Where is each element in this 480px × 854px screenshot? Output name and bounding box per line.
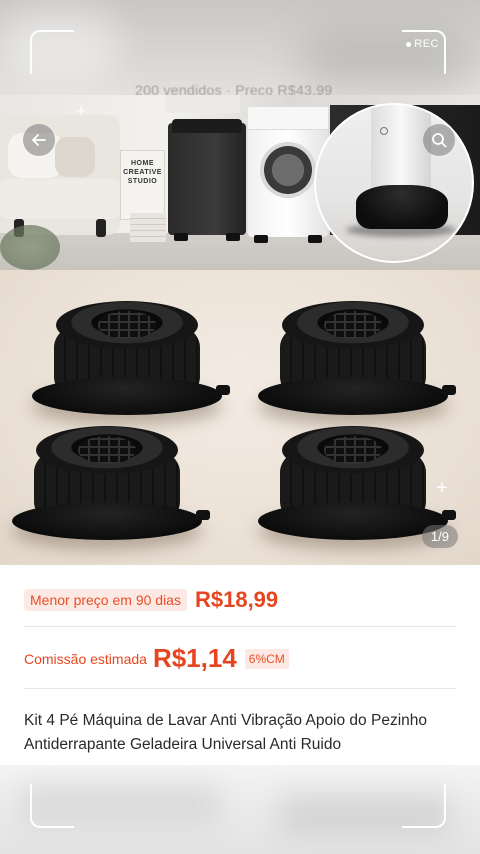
commission-value: R$1,14 (152, 643, 237, 673)
rec-label: REC (414, 38, 439, 50)
laundry-scene-image: HOME CREATIVE STUDIO (0, 95, 480, 270)
camera-frame-corner (402, 30, 446, 74)
recording-indicator: REC (406, 38, 439, 50)
blurred-sales-text: 200 vendidos · Preço R$43,99 (135, 82, 333, 95)
product-pads-image (0, 270, 480, 565)
lowest-price-row: Menor preço em 90 dias R$18,99 (24, 587, 278, 613)
plus-icon: + (436, 477, 448, 499)
camera-frame-corner (30, 30, 74, 74)
rubber-pad (32, 295, 230, 415)
image-counter: 1/9 (421, 525, 458, 548)
camera-frame-corner (402, 784, 446, 828)
divider (24, 626, 456, 627)
commission-row: Comissão estimada R$1,14 6%CM (24, 643, 289, 674)
search-button[interactable] (423, 124, 455, 156)
top-load-washer (168, 119, 246, 241)
lowest-price-value: R$18,99 (194, 587, 279, 612)
commission-label: Comissão estimada (24, 650, 147, 667)
rubber-pad (258, 420, 456, 540)
arrow-left-icon (32, 134, 46, 146)
record-dot-icon (406, 41, 412, 47)
zoom-detail-circle (314, 103, 474, 263)
commission-rate-badge: 6%CM (244, 648, 289, 669)
divider (24, 688, 456, 689)
lowest-price-tag: Menor preço em 90 dias (24, 589, 187, 611)
rubber-pad (258, 295, 456, 415)
search-icon (432, 133, 447, 148)
camera-frame-corner (30, 784, 74, 828)
sofa (0, 115, 120, 237)
shelf (165, 95, 240, 113)
books (130, 213, 166, 243)
rubber-pad (12, 420, 210, 540)
product-title: Kit 4 Pé Máquina de Lavar Anti Vibração … (24, 712, 427, 753)
back-button[interactable] (23, 124, 55, 156)
plus-icon: + (76, 101, 87, 121)
product-image-gallery[interactable]: HOME CREATIVE STUDIO + + 1/9 (0, 95, 480, 565)
plant (0, 225, 60, 270)
wall-poster: HOME CREATIVE STUDIO (120, 150, 165, 220)
price-section: Menor preço em 90 dias R$18,99 Comissão … (0, 565, 480, 765)
